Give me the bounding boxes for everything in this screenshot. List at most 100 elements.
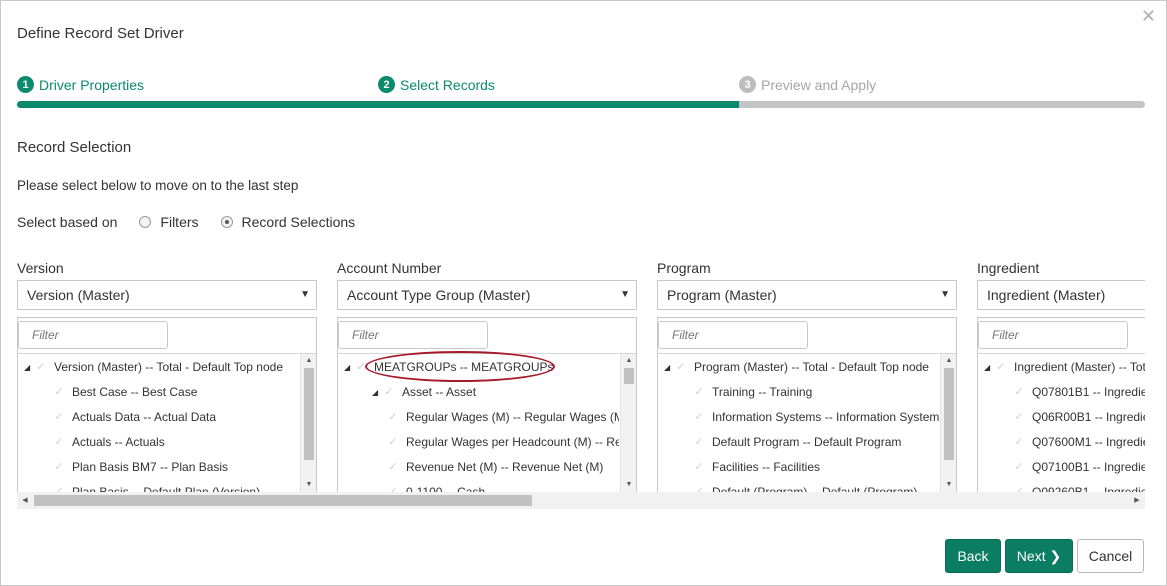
tree-node[interactable]: ✓ 0-1100 -- Cash (386, 480, 485, 492)
horizontal-scrollbar[interactable]: ◀ ▶ (17, 492, 1145, 509)
tree-node[interactable]: ✓ Plan Basis -- Default Plan (Version) (52, 480, 260, 492)
wizard-step-select-records[interactable]: 2 Select Records (378, 76, 495, 93)
checkmark-icon[interactable]: ✓ (354, 355, 368, 380)
tree-node-label: Q09260B1 -- Ingredient (1032, 485, 1145, 492)
checkmark-icon[interactable]: ✓ (692, 480, 706, 492)
tree-node[interactable]: ✓ Facilities -- Facilities (692, 455, 820, 480)
close-icon[interactable]: ✕ (1141, 7, 1156, 25)
select-based-on-group: Select based on Filters Record Selection… (17, 214, 355, 230)
hierarchy-columns: VersionVersion (Master)▼◢✓Version (Maste… (17, 260, 1145, 492)
vertical-scrollbar[interactable]: ▲ ▼ (300, 354, 316, 492)
hierarchy-dropdown[interactable]: Program (Master) ▼ (657, 280, 957, 310)
filter-input[interactable] (338, 321, 488, 349)
expand-toggle-icon[interactable]: ◢ (372, 380, 382, 405)
step-number: 2 (378, 76, 395, 93)
scroll-right-icon[interactable]: ▶ (1130, 492, 1144, 509)
scroll-down-icon[interactable]: ▼ (301, 478, 316, 492)
filter-input[interactable] (658, 321, 808, 349)
scroll-down-icon[interactable]: ▼ (941, 478, 956, 492)
vertical-scrollbar[interactable]: ▲ ▼ (940, 354, 956, 492)
tree-node[interactable]: ✓ Actuals -- Actuals (52, 430, 165, 455)
checkmark-icon[interactable]: ✓ (692, 430, 706, 455)
radio-button[interactable] (220, 216, 233, 228)
scroll-up-icon[interactable]: ▲ (301, 354, 316, 368)
tree-node[interactable]: ✓ Q07801B1 -- Ingredient (1012, 380, 1145, 405)
checkmark-icon[interactable]: ✓ (52, 430, 66, 455)
tree-node[interactable]: ✓ Training -- Training (692, 380, 812, 405)
checkmark-icon[interactable]: ✓ (1012, 380, 1026, 405)
hierarchy-dropdown[interactable]: Ingredient (Master)▼ (977, 280, 1145, 310)
tree-node[interactable]: ✓ Q09260B1 -- Ingredient (1012, 480, 1145, 492)
dropdown-value: Program (Master) (667, 287, 777, 303)
scrollbar-thumb[interactable] (34, 495, 532, 506)
hierarchy-dropdown[interactable]: Version (Master) ▼ (17, 280, 317, 310)
tree-node[interactable]: ◢ ✓ MEATGROUPs -- MEATGROUPs (344, 355, 554, 380)
scrollbar-thumb[interactable] (944, 368, 954, 460)
scrollbar-thumb[interactable] (624, 368, 634, 384)
tree-node[interactable]: ◢ ✓ Asset -- Asset (372, 380, 476, 405)
tree-node[interactable]: ✓ Q07600M1 -- Ingredient (1012, 430, 1145, 455)
radio-button[interactable] (139, 216, 152, 228)
scrollbar-thumb[interactable] (304, 368, 314, 460)
checkmark-icon[interactable]: ✓ (1012, 455, 1026, 480)
wizard-step-driver-properties[interactable]: 1 Driver Properties (17, 76, 144, 93)
checkmark-icon[interactable]: ✓ (52, 480, 66, 492)
checkmark-icon[interactable]: ✓ (1012, 480, 1026, 492)
tree-node[interactable]: ◢ ✓ Ingredient (Master) -- Total (984, 355, 1145, 380)
checkmark-icon[interactable]: ✓ (1012, 430, 1026, 455)
tree-node[interactable]: ✓ Default (Program) -- Default (Program) (692, 480, 917, 492)
step-label: Driver Properties (39, 76, 145, 93)
scroll-down-icon[interactable]: ▼ (621, 478, 636, 492)
expand-toggle-icon[interactable]: ◢ (344, 355, 354, 380)
filter-input[interactable] (18, 321, 168, 349)
tree-node[interactable]: ✓ Regular Wages (M) -- Regular Wages (M) (386, 405, 619, 430)
checkmark-icon[interactable]: ✓ (674, 355, 688, 380)
tree-node[interactable]: ◢ ✓ Program (Master) -- Total - Default To… (664, 355, 929, 380)
checkmark-icon[interactable]: ✓ (52, 380, 66, 405)
checkmark-icon[interactable]: ✓ (386, 405, 400, 430)
hierarchy-dropdown[interactable]: Account Type Group (Master) ▼ (337, 280, 637, 310)
tree-node[interactable]: ✓ Q07100B1 -- Ingredient (1012, 455, 1145, 480)
checkmark-icon[interactable]: ✓ (52, 405, 66, 430)
filter-input[interactable] (978, 321, 1128, 349)
tree-node[interactable]: ✓ Actuals Data -- Actual Data (52, 405, 216, 430)
tree-node[interactable]: ✓ Best Case -- Best Case (52, 380, 197, 405)
checkmark-icon[interactable]: ✓ (52, 455, 66, 480)
tree-node[interactable]: ✓ Information Systems -- Information Syst… (692, 405, 939, 430)
tree-node[interactable]: ✓ Regular Wages per Headcount (M) -- Regu… (386, 430, 619, 455)
cancel-button[interactable]: Cancel (1077, 539, 1144, 573)
radio-record-selections[interactable]: Record Selections (220, 214, 355, 230)
checkmark-icon[interactable]: ✓ (692, 380, 706, 405)
dropdown-value: Account Type Group (Master) (347, 287, 531, 303)
next-button[interactable]: Next ❯ (1005, 539, 1073, 573)
tree-node[interactable]: ✓ Default Program -- Default Program (692, 430, 901, 455)
tree-panel: ◢✓Version (Master) -- Total - Default To… (17, 317, 317, 492)
checkmark-icon[interactable]: ✓ (1012, 405, 1026, 430)
checkmark-icon[interactable]: ✓ (994, 355, 1008, 380)
radio-filters[interactable]: Filters (139, 214, 199, 230)
checkmark-icon[interactable]: ✓ (386, 430, 400, 455)
column-label: Program (657, 260, 711, 276)
tree-node[interactable]: ✓ Plan Basis BM7 -- Plan Basis (52, 455, 228, 480)
scroll-left-icon[interactable]: ◀ (18, 492, 32, 509)
expand-toggle-icon[interactable]: ◢ (664, 355, 674, 380)
checkmark-icon[interactable]: ✓ (386, 480, 400, 492)
scroll-up-icon[interactable]: ▲ (941, 354, 956, 368)
checkmark-icon[interactable]: ✓ (34, 355, 48, 380)
dropdown-value: Version (Master) (27, 287, 130, 303)
tree-node[interactable]: ✓ Revenue Net (M) -- Revenue Net (M) (386, 455, 603, 480)
vertical-scrollbar[interactable]: ▲ ▼ (620, 354, 636, 492)
checkmark-icon[interactable]: ✓ (386, 455, 400, 480)
tree-node-label: Actuals -- Actuals (72, 435, 165, 449)
step-label: Select Records (400, 76, 495, 93)
expand-toggle-icon[interactable]: ◢ (24, 355, 34, 380)
step-number: 3 (739, 76, 756, 93)
checkmark-icon[interactable]: ✓ (692, 405, 706, 430)
tree-node[interactable]: ◢ ✓ Version (Master) -- Total - Default To… (24, 355, 283, 380)
expand-toggle-icon[interactable]: ◢ (984, 355, 994, 380)
scroll-up-icon[interactable]: ▲ (621, 354, 636, 368)
back-button[interactable]: Back (945, 539, 1001, 573)
checkmark-icon[interactable]: ✓ (382, 380, 396, 405)
checkmark-icon[interactable]: ✓ (692, 455, 706, 480)
tree-node[interactable]: ✓ Q06R00B1 -- Ingredient (1012, 405, 1145, 430)
